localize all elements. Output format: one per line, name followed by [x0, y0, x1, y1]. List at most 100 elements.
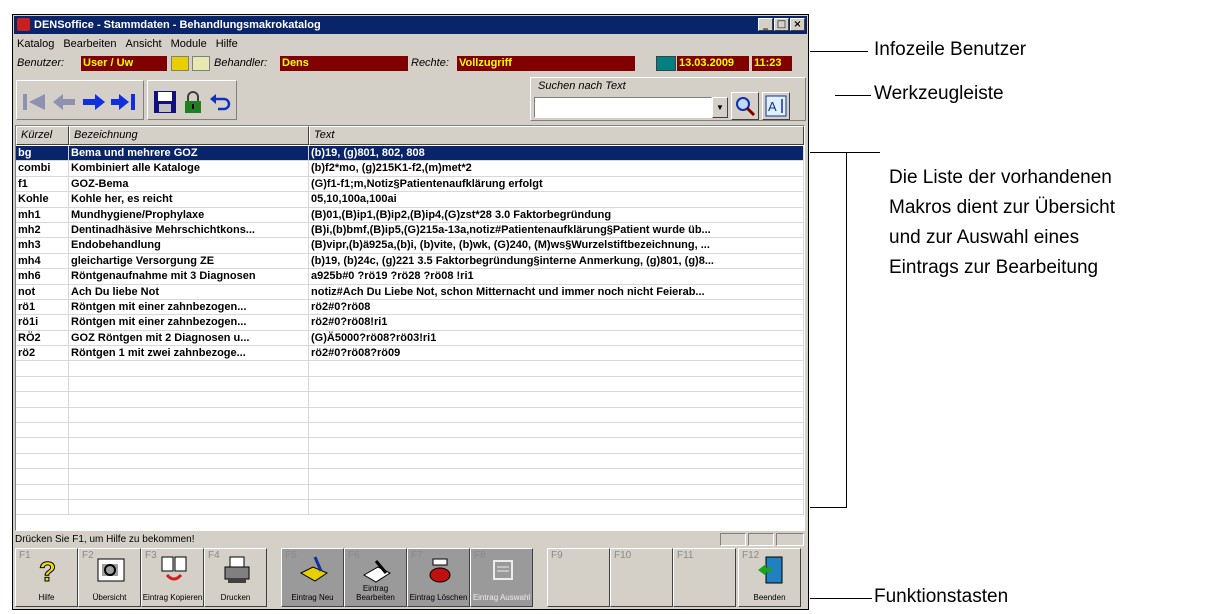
rechte-value: Vollzugriff: [457, 56, 635, 71]
rechte-label: Rechte:: [411, 57, 449, 69]
navigation-group: [16, 80, 144, 120]
menu-bar: Katalog Bearbeiten Ansicht Module Hilfe: [17, 36, 238, 52]
user-info-bar: Benutzer: User / Uw Behandler: Dens Rech…: [15, 55, 806, 72]
function-key-f2[interactable]: F2 Übersicht: [78, 548, 141, 607]
cell-kuerzel: mh6: [16, 269, 69, 284]
last-record-icon[interactable]: [109, 87, 139, 117]
cell-text: rö2#0?rö08: [309, 299, 804, 315]
minimize-button[interactable]: _: [758, 18, 773, 31]
edit-icon: [362, 555, 392, 585]
save-icon[interactable]: [150, 87, 180, 117]
function-key-number: F3: [145, 550, 157, 561]
select-icon: [488, 555, 518, 585]
sort-button[interactable]: A: [762, 92, 790, 120]
copy-icon: [159, 555, 189, 585]
behandler-label: Behandler:: [214, 57, 268, 69]
table-row[interactable]: RÖ2 GOZ Röntgen mit 2 Diagnosen u... (G)Ä5…: [16, 330, 804, 347]
cell-kuerzel: rö2: [16, 346, 69, 361]
table-row[interactable]: bg Bema und mehrere GOZ (b)19, (g)801, 802…: [16, 146, 804, 162]
cell-kuerzel: not: [16, 284, 69, 299]
table-row[interactable]: mh3 Endobehandlung (B)vipr,(b)ä925a,(b)i, …: [16, 238, 804, 254]
exit-icon: [756, 555, 786, 585]
function-key-f7[interactable]: F7 Eintrag Löschen: [407, 548, 470, 607]
search-button[interactable]: [731, 92, 759, 120]
menu-hilfe[interactable]: Hilfe: [216, 36, 238, 52]
cell-bezeichnung: Dentinadhäsive Mehrschichtkons...: [69, 222, 309, 238]
table-row[interactable]: not Ach Du liebe Not notiz#Ach Du Liebe No…: [16, 284, 804, 300]
app-window: DENSoffice - Stammdaten - Behandlungsmak…: [12, 14, 809, 610]
cell-kuerzel: RÖ2: [16, 330, 69, 346]
table-row[interactable]: mh4 gleichartige Versorgung ZE (b)19, (b)2…: [16, 253, 804, 270]
empty-row: [16, 499, 804, 516]
cell-bezeichnung: Röntgen mit einer zahnbezogen...: [69, 299, 309, 315]
table-row[interactable]: rö2 Röntgen 1 mit zwei zahnbezoge... rö2#0…: [16, 346, 804, 362]
table-row[interactable]: mh1 Mundhygiene/Prophylaxe (B)01,(B)ip1,(B…: [16, 207, 804, 223]
function-key-f6[interactable]: F6 Eintrag Bearbeiten: [344, 548, 407, 607]
notepad-icon[interactable]: [192, 56, 210, 71]
menu-module[interactable]: Module: [171, 36, 207, 52]
function-key-bar: F1? Hilfe F2 Übersicht F3 Eintrag Kopieren F4 D…: [15, 548, 806, 609]
table-row[interactable]: Kohle Kohle her, es reicht 05,10,100a,100a…: [16, 192, 804, 208]
sort-az-icon: A: [765, 95, 787, 117]
status-panel: [720, 533, 746, 546]
next-record-icon[interactable]: [79, 87, 109, 117]
function-key-label: Eintrag Auswahl: [472, 593, 531, 602]
table-row[interactable]: rö1 Röntgen mit einer zahnbezogen... rö2#0…: [16, 299, 804, 316]
close-button[interactable]: ×: [790, 18, 805, 31]
function-key-label: Eintrag Kopieren: [142, 593, 203, 602]
benutzer-label: Benutzer:: [17, 57, 65, 69]
list-header: Kürzel Bezeichnung Text: [16, 126, 804, 145]
previous-record-icon[interactable]: [49, 87, 79, 117]
function-key-f12[interactable]: F12 Beenden: [738, 548, 801, 607]
cell-bezeichnung: GOZ-Bema: [69, 176, 309, 192]
column-header-text[interactable]: Text: [309, 126, 804, 145]
table-row[interactable]: combi Kombiniert alle Kataloge (b)f2*mo, (…: [16, 161, 804, 177]
function-key-f10[interactable]: F10: [610, 548, 673, 607]
macro-list[interactable]: Kürzel Bezeichnung Text bg Bema und mehre…: [15, 125, 805, 531]
cell-bezeichnung: Mundhygiene/Prophylaxe: [69, 207, 309, 222]
maximize-button[interactable]: □: [774, 18, 789, 31]
function-key-label: Eintrag Neu: [291, 593, 334, 602]
table-row[interactable]: mh2 Dentinadhäsive Mehrschichtkons... (B)i…: [16, 222, 804, 239]
cell-bezeichnung: Röntgen 1 mit zwei zahnbezoge...: [69, 346, 309, 361]
annotation-liste-line: Makros dient zur Übersicht: [889, 197, 1115, 218]
annotation-funktionstasten: Funktionstasten: [874, 586, 1009, 607]
function-key-label: Eintrag Bearbeiten: [356, 584, 395, 602]
annotation-liste-line: und zur Auswahl eines: [889, 227, 1080, 248]
table-row[interactable]: f1 GOZ-Bema (G)f1-f1;m,Notiz§Patientenaufk…: [16, 176, 804, 193]
status-bar: Drücken Sie F1, um Hilfe zu bekommen!: [15, 532, 806, 547]
list-body: bg Bema und mehrere GOZ (b)19, (g)801, 802…: [16, 146, 804, 516]
table-row[interactable]: rö1i Röntgen mit einer zahnbezogen... rö2#…: [16, 315, 804, 331]
status-text: Drücken Sie F1, um Hilfe zu bekommen!: [15, 534, 195, 545]
title-bar[interactable]: DENSoffice - Stammdaten - Behandlungsmak…: [14, 16, 807, 34]
key-icon[interactable]: [171, 56, 189, 71]
function-key-f4[interactable]: F4 Drucken: [204, 548, 267, 607]
lock-icon[interactable]: [178, 87, 208, 117]
empty-row: [16, 438, 804, 454]
menu-katalog[interactable]: Katalog: [17, 36, 54, 52]
cell-bezeichnung: Kombiniert alle Kataloge: [69, 161, 309, 176]
table-row[interactable]: mh6 Röntgenaufnahme mit 3 Diagnosen a925b#…: [16, 269, 804, 285]
cell-text: (B)i,(b)bmf,(B)ip5,(G)215a-13a,notiz#Pat…: [309, 222, 804, 238]
delete-icon: [425, 555, 455, 585]
empty-row: [16, 407, 804, 424]
menu-ansicht[interactable]: Ansicht: [126, 36, 162, 52]
status-panel: [748, 533, 774, 546]
search-label: Suchen nach Text: [538, 80, 626, 92]
first-record-icon[interactable]: [19, 87, 49, 117]
function-key-number: F11: [677, 550, 694, 561]
cell-bezeichnung: Ach Du liebe Not: [69, 284, 309, 299]
function-key-f11[interactable]: F11: [673, 548, 736, 607]
function-key-f8[interactable]: F8 Eintrag Auswahl: [470, 548, 533, 607]
search-dropdown-button[interactable]: ▼: [712, 97, 728, 118]
calendar-icon[interactable]: [656, 56, 676, 71]
undo-icon[interactable]: [206, 87, 236, 117]
function-key-f3[interactable]: F3 Eintrag Kopieren: [141, 548, 204, 607]
function-key-f1[interactable]: F1? Hilfe: [15, 548, 78, 607]
search-input[interactable]: [534, 97, 712, 118]
function-key-f5[interactable]: F5 Eintrag Neu: [281, 548, 344, 607]
column-header-bezeichnung[interactable]: Bezeichnung: [69, 126, 309, 145]
column-header-kuerzel[interactable]: Kürzel: [16, 126, 69, 145]
function-key-f9[interactable]: F9: [547, 548, 610, 607]
menu-bearbeiten[interactable]: Bearbeiten: [63, 36, 116, 52]
